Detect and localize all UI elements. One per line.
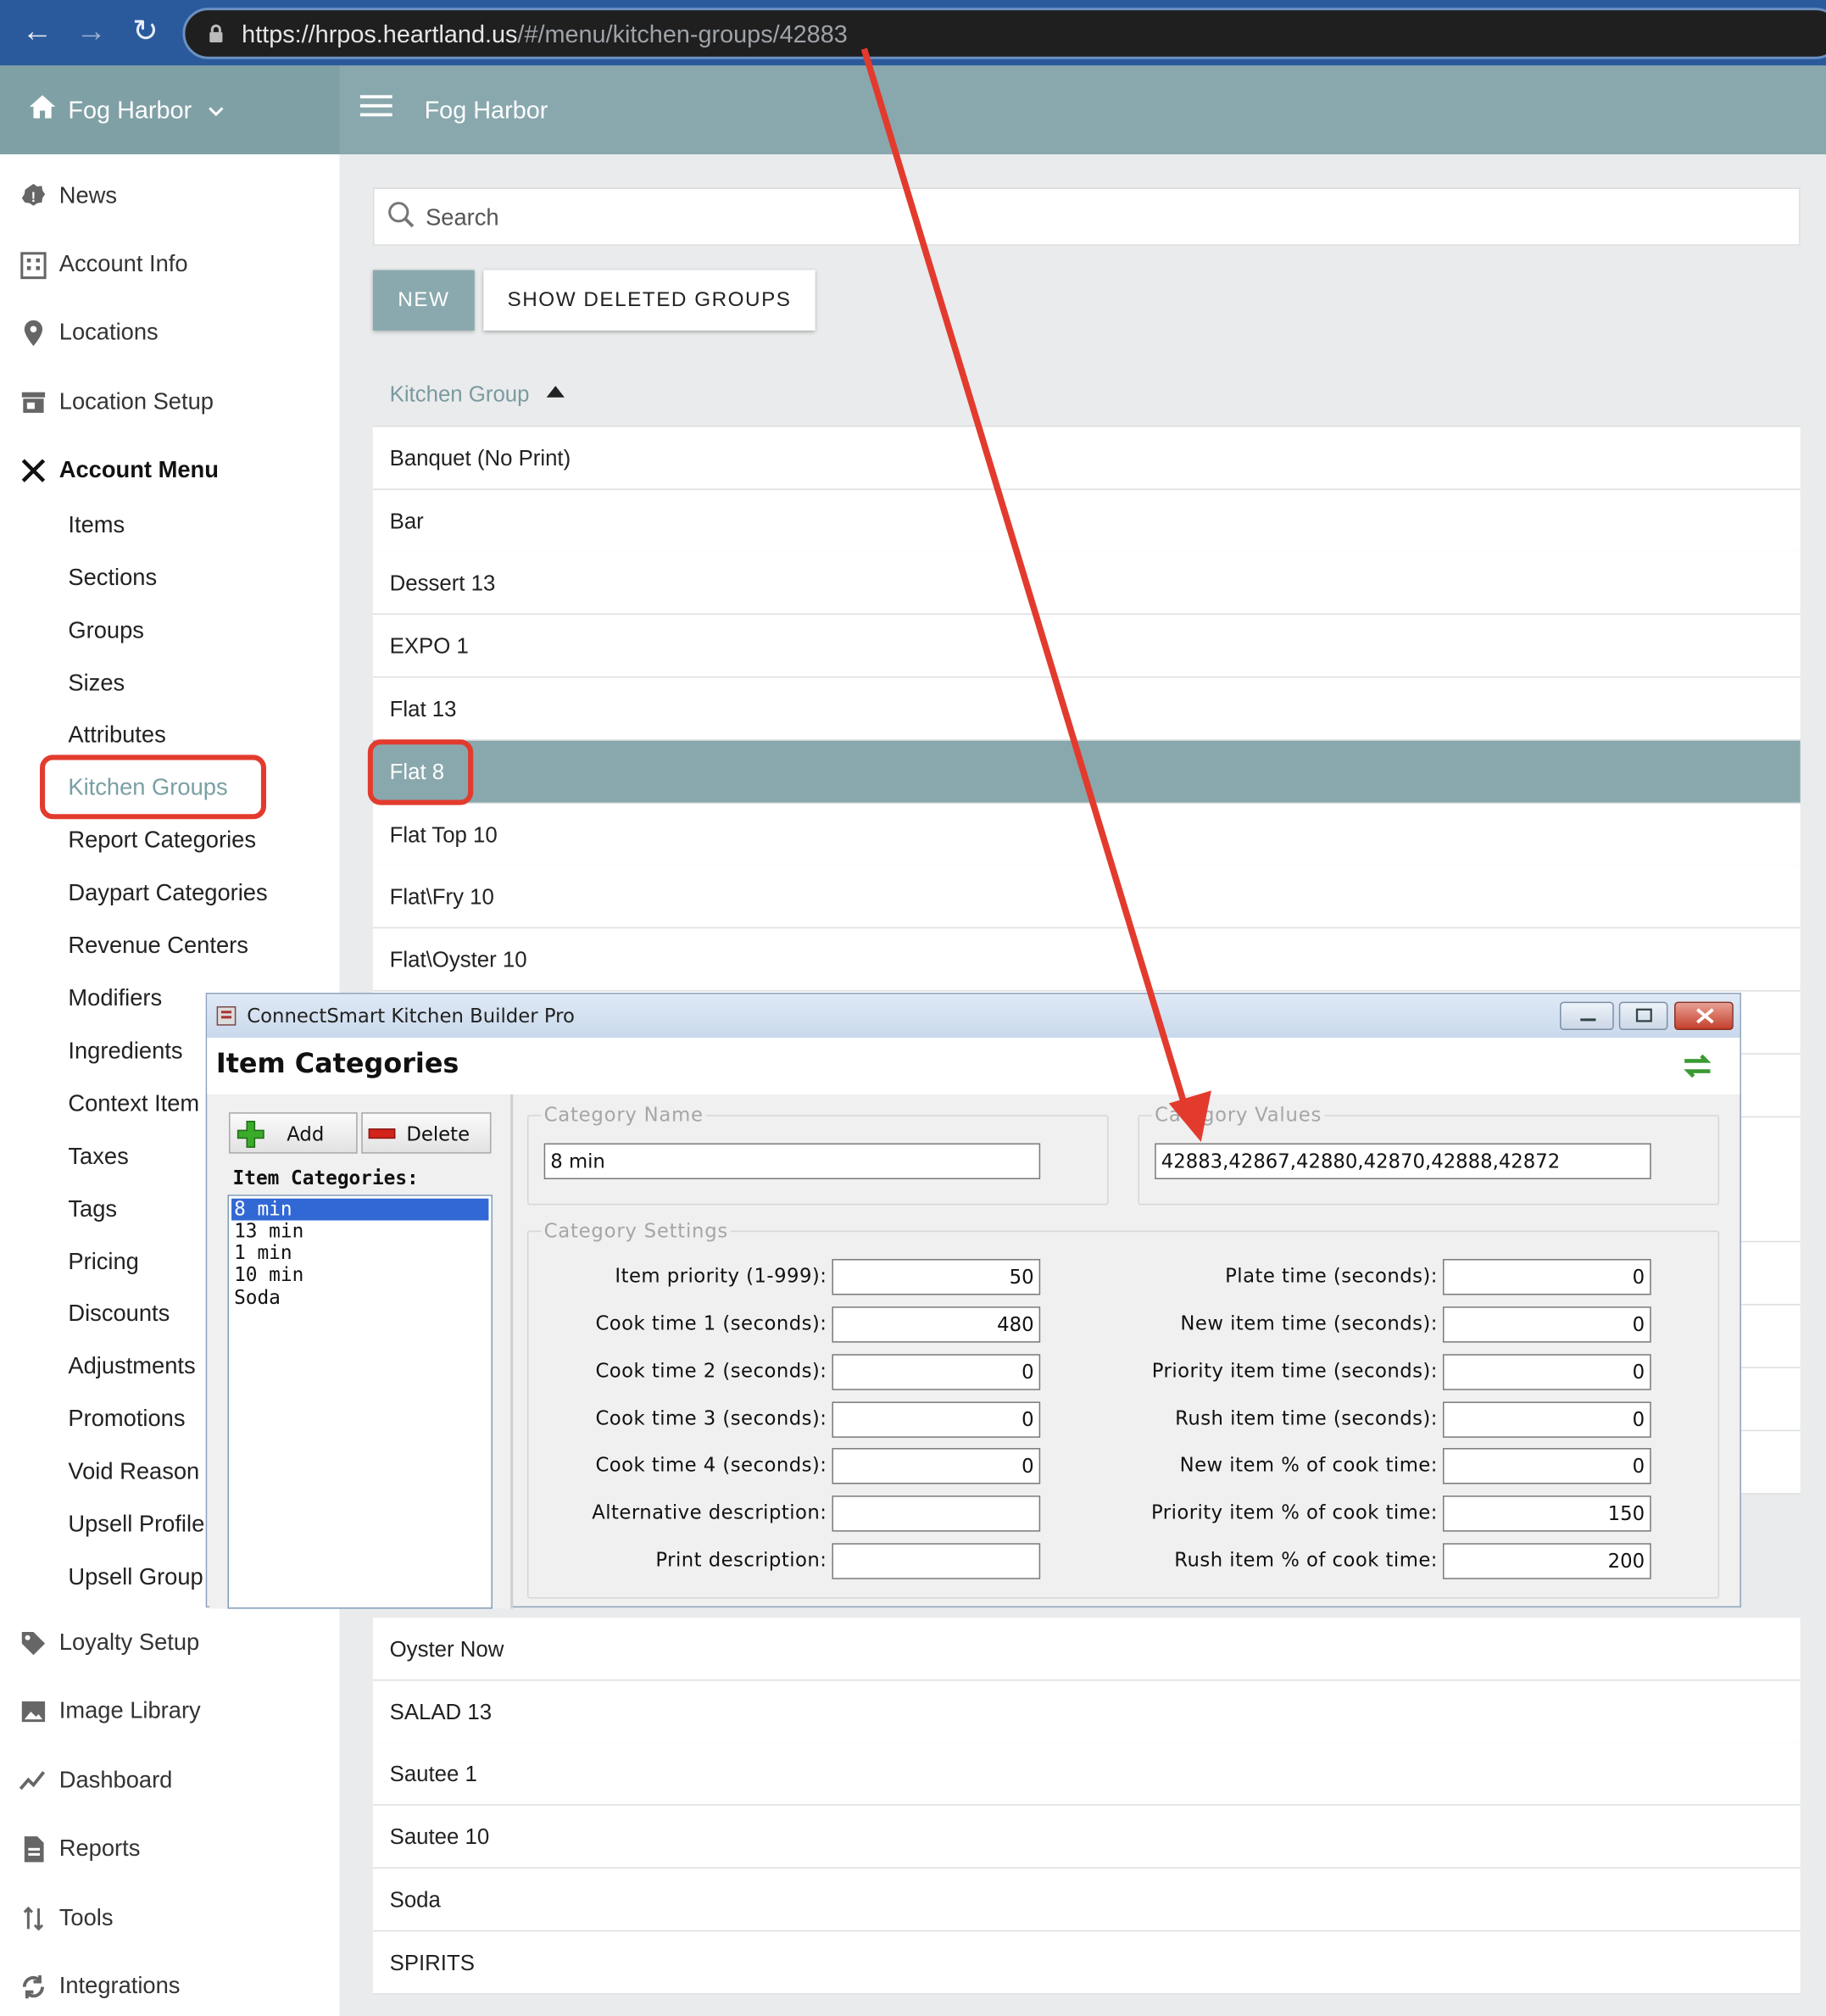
annotation-arrow [860,47,1211,1143]
